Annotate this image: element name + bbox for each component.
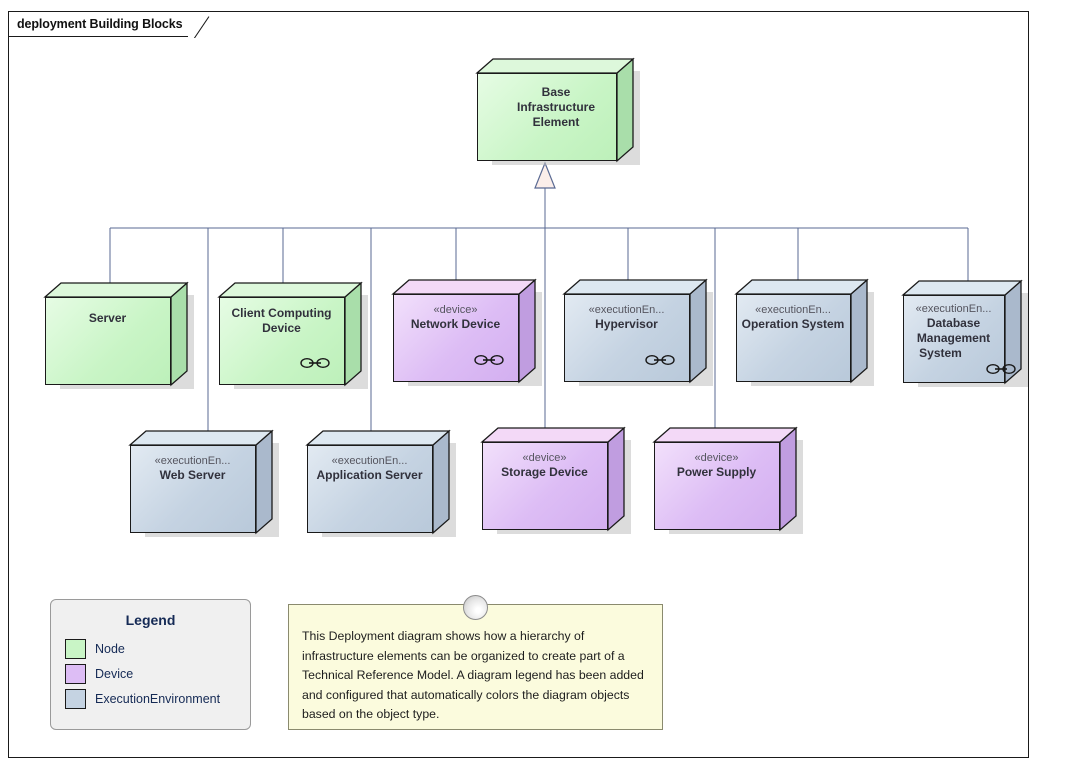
legend-rows: Node Device ExecutionEnvironment bbox=[51, 636, 250, 711]
node-name-line: Application Server bbox=[316, 468, 423, 482]
node-base-infrastructure-element[interactable]: Base Infrastructure Element bbox=[475, 57, 640, 165]
node-network-device[interactable]: «device» Network Device bbox=[391, 278, 542, 386]
note-box[interactable]: This Deployment diagram shows how a hier… bbox=[288, 604, 663, 730]
node-label: Base Infrastructure Element bbox=[476, 85, 636, 130]
node-storage-device[interactable]: «device» Storage Device bbox=[480, 426, 631, 534]
note-text: This Deployment diagram shows how a hier… bbox=[302, 629, 644, 721]
node-name-line: Device bbox=[262, 321, 301, 335]
diagram-title-label: deployment Building Blocks bbox=[17, 17, 183, 31]
node-stereotype: «executionEn... bbox=[154, 455, 231, 467]
node-operation-system[interactable]: «executionEn... Operation System bbox=[734, 278, 874, 386]
node-web-server[interactable]: «executionEn... Web Server bbox=[128, 429, 279, 537]
composite-diagram-icon bbox=[645, 353, 675, 366]
legend-item-node[interactable]: Node bbox=[65, 636, 250, 661]
node-name-line: Web Server bbox=[159, 468, 226, 482]
node-label: Client Computing Device bbox=[218, 306, 345, 336]
legend-swatch-device bbox=[65, 663, 86, 684]
node-name-line: Element bbox=[532, 115, 580, 129]
legend-item-device[interactable]: Device bbox=[65, 661, 250, 686]
diagram-title-tab[interactable]: deployment Building Blocks bbox=[8, 11, 189, 37]
node-name-line: Infrastructure bbox=[516, 100, 596, 114]
legend-swatch-executionenvironment bbox=[65, 688, 86, 709]
legend-label: ExecutionEnvironment bbox=[95, 691, 221, 706]
node-stereotype: «executionEn... bbox=[588, 304, 665, 316]
node-stereotype: «executionEn... bbox=[915, 303, 992, 315]
node-name-line: Server bbox=[88, 311, 127, 325]
legend-label: Node bbox=[95, 641, 125, 656]
legend-label: Device bbox=[95, 666, 134, 681]
note-anchor-circle-icon bbox=[463, 595, 488, 620]
node-stereotype: «device» bbox=[522, 452, 567, 464]
node-application-server[interactable]: «executionEn... Application Server bbox=[305, 429, 456, 537]
legend-item-executionenvironment[interactable]: ExecutionEnvironment bbox=[65, 686, 250, 711]
node-database-management-system[interactable]: «executionEn... Database Management Syst… bbox=[901, 279, 1028, 387]
node-name-line: Power Supply bbox=[676, 465, 757, 479]
node-name-line: Storage Device bbox=[501, 465, 588, 479]
node-name-line: Client Computing bbox=[231, 306, 332, 320]
node-label: «executionEn... Database Management Syst… bbox=[902, 302, 1005, 361]
tab-slant-edge bbox=[188, 12, 212, 38]
node-label: «executionEn... Operation System bbox=[735, 303, 851, 332]
node-label: Server bbox=[44, 311, 171, 326]
legend-panel[interactable]: Legend Node Device ExecutionEnvironment bbox=[50, 599, 251, 730]
node-name-line: Network Device bbox=[410, 317, 501, 331]
node-label: «device» Network Device bbox=[392, 303, 519, 332]
node-stereotype: «device» bbox=[694, 452, 739, 464]
node-label: «device» Power Supply bbox=[653, 451, 780, 480]
node-hypervisor[interactable]: «executionEn... Hypervisor bbox=[562, 278, 713, 386]
legend-title: Legend bbox=[125, 612, 176, 628]
node-name-line: System bbox=[919, 346, 962, 360]
node-client-computing-device[interactable]: Client Computing Device bbox=[217, 281, 368, 389]
composite-diagram-icon bbox=[986, 362, 1016, 375]
node-stereotype: «executionEn... bbox=[331, 455, 408, 467]
node-label: «executionEn... Web Server bbox=[129, 454, 256, 483]
composite-diagram-icon bbox=[300, 356, 330, 369]
legend-swatch-node bbox=[65, 638, 86, 659]
node-stereotype: «executionEn... bbox=[755, 304, 831, 316]
node-name-line: Base bbox=[541, 85, 571, 99]
composite-diagram-icon bbox=[474, 353, 504, 366]
node-stereotype: «device» bbox=[433, 304, 478, 316]
node-name-line: Management bbox=[916, 331, 991, 345]
node-name-line: Operation System bbox=[741, 317, 845, 331]
node-name-line: Hypervisor bbox=[595, 317, 658, 331]
node-power-supply[interactable]: «device» Power Supply bbox=[652, 426, 803, 534]
node-name-line: Database bbox=[926, 316, 981, 330]
node-server[interactable]: Server bbox=[43, 281, 194, 389]
node-label: «executionEn... Application Server bbox=[306, 454, 433, 483]
node-label: «executionEn... Hypervisor bbox=[563, 303, 690, 332]
node-label: «device» Storage Device bbox=[481, 451, 608, 480]
